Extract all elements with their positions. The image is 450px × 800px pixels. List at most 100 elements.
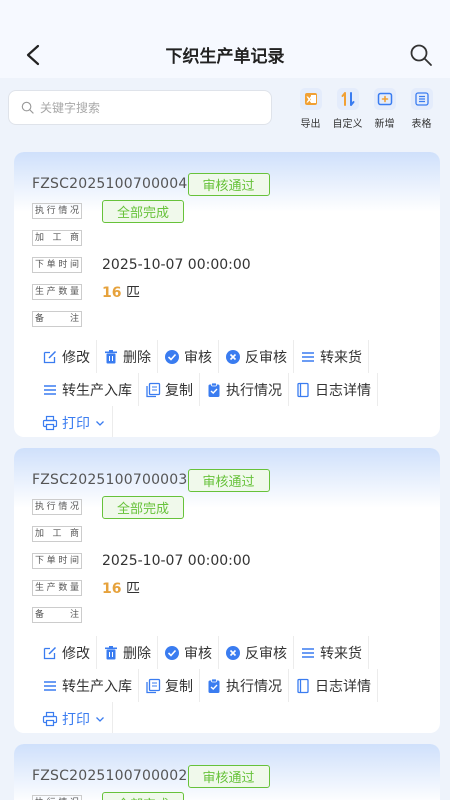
list-icon — [410, 88, 433, 110]
chevron-left-icon — [26, 44, 40, 66]
record-card: FZSC2025100700002 审核通过 执行情况 全部完成 — [14, 744, 440, 800]
print-button[interactable]: 打印 — [36, 406, 113, 437]
table-button[interactable]: 表格 — [403, 82, 440, 130]
to-incoming-label: 转来货 — [320, 349, 362, 366]
to-stock-button[interactable]: 转生产入库 — [36, 669, 139, 702]
edit-button[interactable]: 修改 — [36, 636, 97, 669]
print-label: 打印 — [62, 711, 90, 728]
trash-icon — [105, 349, 117, 363]
delete-button[interactable]: 删除 — [97, 340, 158, 373]
custom-button[interactable]: 自定义 — [329, 82, 366, 130]
to-incoming-button[interactable]: 转来货 — [294, 636, 369, 669]
lines-icon — [302, 351, 314, 362]
edit-label: 修改 — [62, 645, 90, 662]
to-stock-label: 转生产入库 — [62, 678, 132, 695]
lines-icon — [44, 680, 56, 691]
book-icon — [297, 678, 309, 693]
delete-button[interactable]: 删除 — [97, 636, 158, 669]
app-header: 下织生产单记录 — [0, 0, 450, 78]
exec-badge: 全部完成 — [102, 791, 185, 800]
order-time-label: 下单时间 — [32, 257, 82, 273]
remark-label: 备注 — [32, 311, 82, 327]
remark-label: 备注 — [32, 607, 82, 623]
search-icon — [410, 44, 432, 66]
action-bar: 修改 删除 审核 反审核 转来货 转生产入库 复制 执行情况 日志详情 打印 — [36, 636, 440, 733]
print-button[interactable]: 打印 — [36, 702, 113, 733]
toolbar: X 导出 自定义 新增 表格 — [0, 82, 450, 138]
copy-label: 复制 — [165, 382, 193, 399]
chevron-down-icon — [96, 420, 104, 426]
cancel-circle-icon — [226, 645, 240, 660]
edit-icon — [43, 646, 57, 659]
record-code: FZSC2025100700003 — [32, 472, 188, 488]
clipboard-check-icon — [208, 678, 220, 693]
log-button[interactable]: 日志详情 — [289, 373, 378, 406]
copy-icon — [146, 382, 161, 397]
audit-button[interactable]: 审核 — [158, 636, 219, 669]
search-input[interactable] — [40, 100, 240, 115]
clipboard-check-icon — [208, 382, 220, 397]
lines-icon — [44, 384, 56, 395]
exec-button[interactable]: 执行情况 — [200, 669, 289, 702]
status-badge: 审核通过 — [187, 468, 270, 492]
unit-value: 匹 — [125, 581, 140, 597]
printer-icon — [42, 415, 58, 430]
unaudit-button[interactable]: 反审核 — [219, 340, 294, 373]
quantity-label: 生产数量 — [32, 284, 82, 300]
add-box-icon — [373, 88, 396, 110]
edit-button[interactable]: 修改 — [36, 340, 97, 373]
to-incoming-label: 转来货 — [320, 645, 362, 662]
quantity-value: 16 — [102, 581, 122, 597]
quantity-label: 生产数量 — [32, 580, 82, 596]
exec-button[interactable]: 执行情况 — [200, 373, 289, 406]
order-time-value: 2025-10-07 00:00:00 — [102, 257, 251, 273]
copy-icon — [146, 678, 161, 693]
search-button[interactable] — [406, 40, 436, 70]
copy-label: 复制 — [165, 678, 193, 695]
audit-label: 审核 — [184, 349, 212, 366]
action-bar: 修改 删除 审核 反审核 转来货 转生产入库 复制 执行情况 日志详情 打印 — [36, 340, 440, 437]
add-label: 新增 — [374, 119, 395, 130]
log-button[interactable]: 日志详情 — [289, 669, 378, 702]
exec-badge: 全部完成 — [102, 199, 185, 223]
record-code: FZSC2025100700002 — [32, 768, 188, 784]
delete-label: 删除 — [123, 349, 151, 366]
page-title: 下织生产单记录 — [165, 46, 285, 67]
export-button[interactable]: X 导出 — [292, 82, 329, 130]
order-time-label: 下单时间 — [32, 553, 82, 569]
audit-label: 审核 — [184, 645, 212, 662]
delete-label: 删除 — [123, 645, 151, 662]
check-circle-icon — [165, 349, 179, 364]
log-label: 日志详情 — [315, 382, 371, 399]
audit-button[interactable]: 审核 — [158, 340, 219, 373]
excel-export-icon: X — [299, 88, 322, 110]
search-icon — [21, 101, 34, 114]
chevron-down-icon — [96, 716, 104, 722]
to-stock-label: 转生产入库 — [62, 382, 132, 399]
print-label: 打印 — [62, 415, 90, 432]
unaudit-label: 反审核 — [245, 645, 287, 662]
back-button[interactable] — [18, 40, 48, 70]
exec-badge: 全部完成 — [102, 495, 185, 519]
edit-icon — [43, 350, 57, 363]
record-code: FZSC2025100700004 — [32, 176, 188, 192]
to-incoming-button[interactable]: 转来货 — [294, 340, 369, 373]
trash-icon — [105, 645, 117, 659]
search-field[interactable] — [8, 90, 272, 125]
edit-label: 修改 — [62, 349, 90, 366]
unit-value: 匹 — [125, 285, 140, 301]
printer-icon — [42, 711, 58, 726]
copy-button[interactable]: 复制 — [139, 373, 200, 406]
exec-action-label: 执行情况 — [226, 382, 282, 399]
log-label: 日志详情 — [315, 678, 371, 695]
quantity-value: 16 — [102, 285, 122, 301]
export-label: 导出 — [300, 119, 321, 130]
add-button[interactable]: 新增 — [366, 82, 403, 130]
copy-button[interactable]: 复制 — [139, 669, 200, 702]
unaudit-button[interactable]: 反审核 — [219, 636, 294, 669]
processor-label: 加工商 — [32, 526, 82, 542]
cancel-circle-icon — [226, 349, 240, 364]
record-card: FZSC2025100700003 审核通过 执行情况 全部完成 加工商 下单时… — [14, 448, 440, 733]
to-stock-button[interactable]: 转生产入库 — [36, 373, 139, 406]
exec-label: 执行情况 — [32, 203, 82, 219]
